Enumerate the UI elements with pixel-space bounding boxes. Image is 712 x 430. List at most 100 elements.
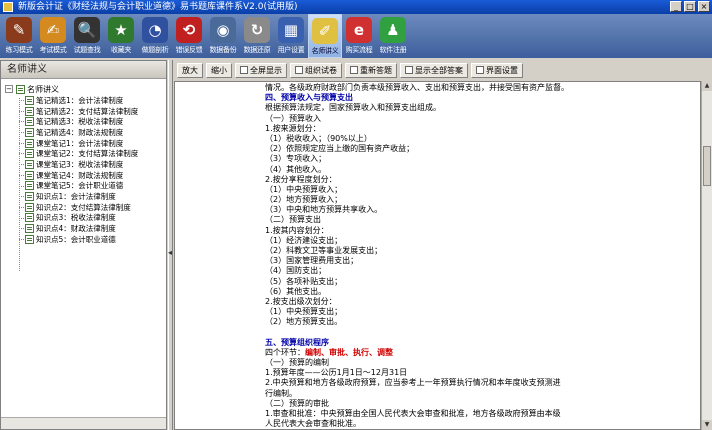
content-text: 2.按分享程度划分： [265,174,337,184]
section-heading: 四、预算收入与预算支出 [265,93,700,103]
content-toolbar-button-4[interactable]: 重新答题 [345,62,397,78]
tree-item[interactable]: 笔记精选3：税收法律制度 [5,116,166,127]
toolbar-button-11[interactable]: ♟ 软件注册 [376,14,410,58]
app-icon [3,2,13,12]
content-text: 行编制。 [265,388,297,398]
toolbar-button-label: 做题剖析 [141,46,169,54]
content-text: （二）预算支出 [265,215,321,225]
section-heading: 五、预算组织程序 [265,338,700,348]
toolbar-button-9[interactable]: ✐ 名师讲义 [308,14,342,58]
toolbar-button-label: 错误反馈 [175,46,203,54]
panel-splitter[interactable]: ◂ [168,60,173,430]
scroll-down-icon[interactable]: ▼ [702,420,712,430]
collapse-arrow-icon[interactable]: ◂ [168,248,172,257]
tree-item[interactable]: 笔记精选4：财政法规制度 [5,127,166,138]
content-toolbar-button-3[interactable]: 组织试卷 [290,62,342,78]
magnifier-icon: 🔍 [74,17,100,43]
tree-item-label: 笔记精选1：会计法律制度 [36,95,124,105]
tree-item[interactable]: 课堂笔记4：财政法规制度 [5,170,166,181]
document-icon [25,202,34,212]
scroll-up-icon[interactable]: ▲ [702,81,712,91]
user-settings-icon: ▦ [278,17,304,43]
content-text: （6）其他支出。 [265,286,327,296]
tree-item-label: 知识点5：会计职业道德 [36,234,116,244]
content-toolbar-button-6[interactable]: 界面设置 [471,62,523,78]
document-icon [25,149,34,159]
toolbar-button-label: 名师讲义 [311,47,339,55]
close-button[interactable]: × [698,1,710,12]
collapse-icon[interactable]: − [5,85,13,93]
content-text: （二）预算的审批 [265,398,329,408]
folder-icon: ✍ [40,17,66,43]
content-toolbar-button-1[interactable]: 缩小 [206,62,232,78]
content-line: 1.按来源划分： [265,124,700,134]
tree-item[interactable]: 知识点4：财政法律制度 [5,223,166,234]
left-panel: 名师讲义 − 名师讲义 笔记精选1：会计法律制度 笔记精选2：支付结算法律制度 笔记… [0,60,167,430]
left-horizontal-scrollbar[interactable] [1,417,166,429]
document-icon [25,117,34,127]
button-label: 界面设置 [486,65,518,75]
tree-item[interactable]: 课堂笔记5：会计职业道德 [5,181,166,192]
content-line: 2.按分享程度划分： [265,175,700,185]
button-icon [350,66,358,74]
content-text: 情况。各级政府财政部门负责本级预算收入、支出和预算支出，并接受国有资产监督。 [265,83,569,92]
tree-item-label: 知识点3：税收法律制度 [36,213,116,223]
content-line: （2）科教文卫等事业发展支出； [265,246,700,256]
toolbar-button-1[interactable]: ✍ 考试模式 [36,14,70,58]
toolbar-button-10[interactable]: e 购买流程 [342,14,376,58]
book-icon: ✎ [6,17,32,43]
button-label: 重新答题 [360,65,392,75]
tree-item[interactable]: 笔记精选2：支付结算法律制度 [5,106,166,117]
highlight-text: 编制、审批、执行、调整 [305,347,393,357]
tree-item[interactable]: 知识点2：支付结算法律制度 [5,202,166,213]
content-toolbar-button-0[interactable]: 放大 [177,62,203,78]
content-line: （1）税收收入；（90%以上） [265,134,700,144]
content-text: （3）国家管理费用支出； [265,256,359,266]
content-text: （3）专项收入； [265,154,327,164]
content-text: 人民代表大会审查和批准。 [265,419,361,429]
toolbar-button-label: 用户设置 [277,46,305,54]
toolbar-button-6[interactable]: ◉ 数据备份 [206,14,240,58]
button-icon [405,66,413,74]
tree-item-label: 课堂笔记5：会计职业道德 [36,181,124,191]
tree-item[interactable]: 课堂笔记2：支付结算法律制度 [5,148,166,159]
disk-icon: ◉ [210,17,236,43]
content-line: 根据预算法规定，国家预算收入和预算支出组成。 [265,103,700,113]
toolbar-button-label: 数据还原 [243,46,271,54]
tree-item[interactable]: 知识点1：会计法律制度 [5,191,166,202]
tree-item[interactable]: 笔记精选1：会计法律制度 [5,95,166,106]
tree-item[interactable]: 知识点5：会计职业道德 [5,234,166,245]
toolbar-button-label: 收藏夹 [110,46,132,54]
toolbar-button-7[interactable]: ↻ 数据还原 [240,14,274,58]
scroll-thumb[interactable] [703,146,711,186]
panel-title: 名师讲义 [1,61,166,79]
content-line: （4）其他收入。 [265,165,700,175]
toolbar-button-2[interactable]: 🔍 试题查找 [70,14,104,58]
window-title: 新版会计证《财经法规与会计职业道德》易书题库课件系V2.0(试用版) [18,2,298,12]
content-vertical-scrollbar[interactable]: ▲ ▼ [701,81,712,430]
content-text: （5）各项补贴支出； [265,276,343,286]
tree-item[interactable]: 课堂笔记1：会计法律制度 [5,138,166,149]
toolbar-button-3[interactable]: ★ 收藏夹 [104,14,138,58]
content-text: 1.预算年度——公历1月1日～12月31日 [265,368,408,378]
tree-item-label: 笔记精选4：财政法规制度 [36,127,124,137]
content-line: 行编制。 [265,389,700,399]
button-label: 组织试卷 [305,65,337,75]
document-icon [25,159,34,169]
toolbar-button-0[interactable]: ✎ 练习模式 [2,14,36,58]
content-line: （3）专项收入； [265,154,700,164]
content-line: 人民代表大会审查和批准。 [265,419,700,429]
content-text: 2.中央预算和地方各级政府预算，应当参考上一年预算执行情况和本年度收支预测进 [265,378,561,388]
toolbar-button-5[interactable]: ⟲ 错误反馈 [172,14,206,58]
maximize-button[interactable]: □ [684,1,696,12]
minimize-button[interactable]: _ [670,1,682,12]
toolbar-button-label: 练习模式 [5,46,33,54]
tree-item[interactable]: 课堂笔记3：税收法律制度 [5,159,166,170]
tree-root[interactable]: − 名师讲义 [5,83,166,95]
tree-item[interactable]: 知识点3：税收法律制度 [5,213,166,224]
content-toolbar-button-2[interactable]: 全屏显示 [235,62,287,78]
toolbar-button-8[interactable]: ▦ 用户设置 [274,14,308,58]
content-line: （1）经济建设支出； [265,236,700,246]
toolbar-button-4[interactable]: ◔ 做题剖析 [138,14,172,58]
content-toolbar-button-5[interactable]: 显示全部答案 [400,62,468,78]
